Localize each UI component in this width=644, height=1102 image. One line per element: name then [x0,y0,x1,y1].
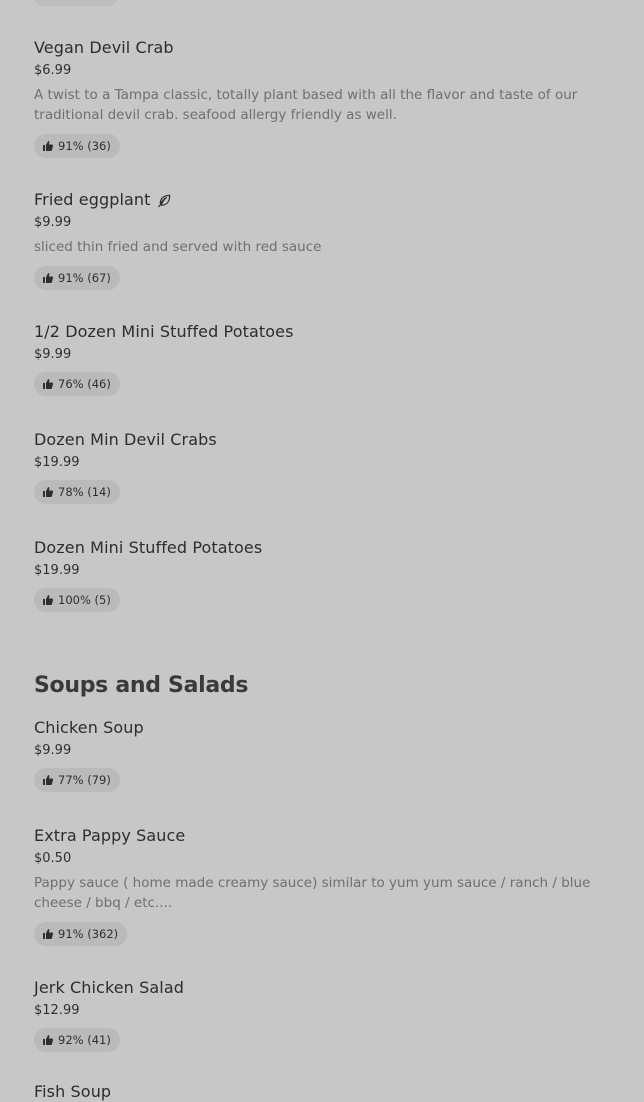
thumbs-up-icon [42,486,54,498]
item-price: $19.99 [34,563,80,578]
rating-badge: 100% (5) [34,588,120,612]
thumbs-up-icon [42,774,54,786]
rating-badge: 77% (79) [34,768,120,792]
item-description: sliced thin fried and served with red sa… [34,239,322,255]
rating-text: 91% (36) [58,139,111,153]
rating-text: 76% (46) [58,377,111,391]
item-price: $0.50 [34,851,72,866]
menu-item[interactable]: Dozen Min Devil Crabs $19.99 78% (14) [34,430,614,504]
menu-item[interactable]: Jerk Chicken Salad $12.99 92% (41) [34,978,614,1052]
menu-item[interactable]: Extra Pappy Sauce $0.50 Pappy sauce ( ho… [34,826,614,946]
item-name: Jerk Chicken Salad [34,978,184,997]
item-name: Fried eggplant [34,190,151,209]
rating-text: 91% (67) [58,271,111,285]
item-price: $9.99 [34,347,72,362]
rating-text: 77% (79) [58,773,111,787]
item-name: Dozen Mini Stuffed Potatoes [34,538,263,557]
item-name: Fish Soup [34,1082,112,1101]
item-price: $9.99 [34,215,72,230]
item-name: Dozen Min Devil Crabs [34,430,217,449]
menu-item[interactable]: Fish Soup [34,1082,614,1102]
thumbs-up-icon [42,140,54,152]
leaf-icon [157,193,172,208]
thumbs-up-icon [42,594,54,606]
thumbs-up-icon [42,928,54,940]
rating-text: 100% (5) [58,593,111,607]
rating-badge: 91% (67) [34,266,120,290]
item-price: $6.99 [34,63,72,78]
thumbs-up-icon [42,378,54,390]
rating-badge: 78% (14) [34,480,120,504]
item-name: 1/2 Dozen Mini Stuffed Potatoes [34,322,294,341]
item-name-row: Fried eggplant [34,190,614,210]
item-price: $12.99 [34,1003,80,1018]
menu-item[interactable]: 1/2 Dozen Mini Stuffed Potatoes $9.99 76… [34,322,614,396]
item-name: Extra Pappy Sauce [34,826,186,845]
rating-text: 91% (362) [58,927,119,941]
rating-badge: 92% (41) [34,1028,120,1052]
thumbs-up-icon [42,272,54,284]
menu-item[interactable]: Vegan Devil Crab $6.99 A twist to a Tamp… [34,38,614,158]
item-price: $9.99 [34,743,72,758]
rating-badge: 76% (46) [34,372,120,396]
item-name: Chicken Soup [34,718,144,737]
item-price: $19.99 [34,455,80,470]
item-description: A twist to a Tampa classic, totally plan… [34,87,578,123]
rating-text: 78% (14) [58,485,111,499]
rating-badge-partial [34,0,118,6]
rating-badge: 91% (36) [34,134,120,158]
item-name: Vegan Devil Crab [34,38,174,57]
menu-item[interactable]: Dozen Mini Stuffed Potatoes $19.99 100% … [34,538,614,612]
menu-item[interactable]: Fried eggplant $9.99 sliced thin fried a… [34,190,614,290]
menu-item[interactable]: Chicken Soup $9.99 77% (79) [34,718,614,792]
section-title: Soups and Salads [34,673,249,698]
thumbs-up-icon [42,1034,54,1046]
rating-badge: 91% (362) [34,922,128,946]
item-description: Pappy sauce ( home made creamy sauce) si… [34,875,591,911]
rating-text: 92% (41) [58,1033,111,1047]
